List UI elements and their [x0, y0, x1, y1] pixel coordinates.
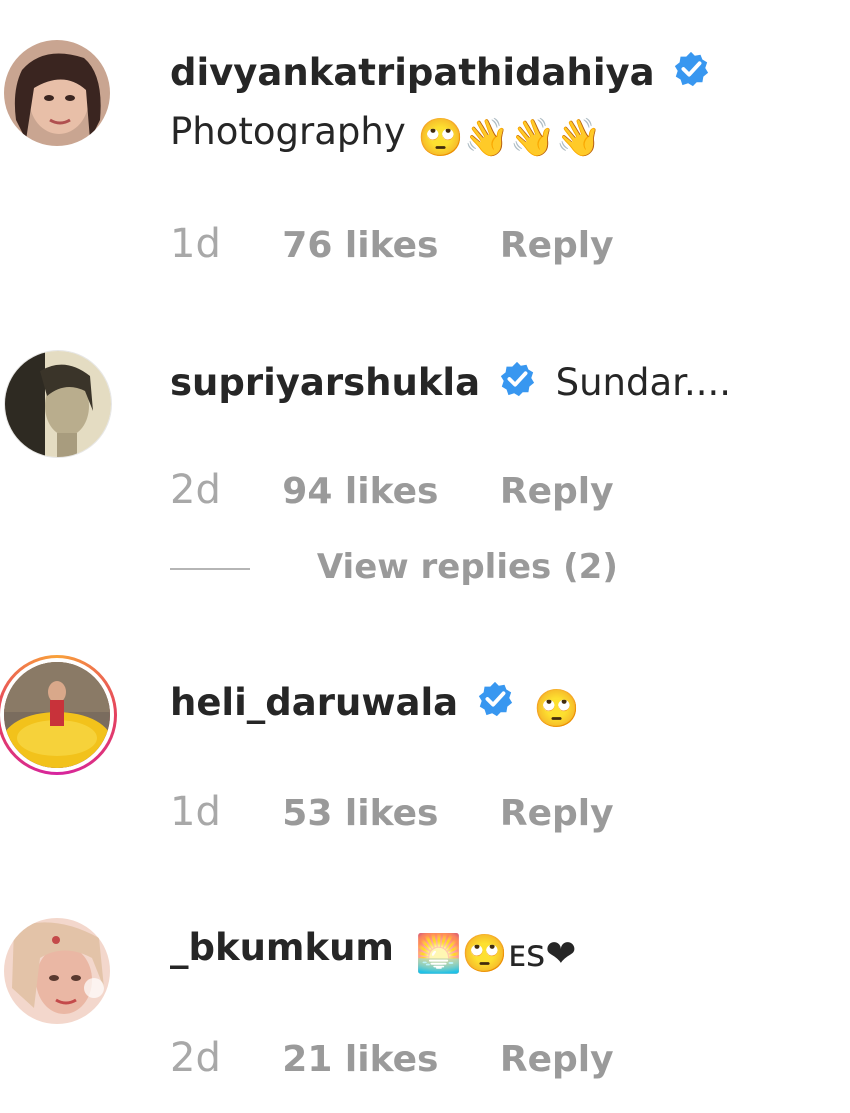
comment-text: 🌅🙄ᴇs❤	[415, 932, 577, 975]
avatar[interactable]	[4, 40, 110, 146]
verified-badge-icon	[672, 50, 710, 98]
comment-text: Photography	[170, 110, 406, 153]
reply-button[interactable]: Reply	[500, 1039, 614, 1080]
comment-meta: 1d 76 likes Reply	[170, 222, 614, 268]
emoji-sequence: 🙄👋👋👋	[417, 116, 602, 159]
comment-text: 🙄	[533, 687, 580, 730]
reply-button[interactable]: Reply	[500, 793, 614, 834]
comment-meta: 1d 53 likes Reply	[170, 790, 614, 836]
likes-count[interactable]: 76 likes	[282, 225, 438, 266]
comment-meta: 2d 94 likes Reply	[170, 468, 614, 514]
comment-timestamp[interactable]: 1d	[170, 221, 221, 267]
likes-count[interactable]: 53 likes	[282, 793, 438, 834]
verified-badge-icon	[498, 360, 536, 408]
username-link[interactable]: divyankatripathidahiya	[170, 51, 655, 94]
reply-button[interactable]: Reply	[500, 225, 614, 266]
comment-timestamp[interactable]: 2d	[170, 467, 221, 513]
comment-header: supriyarshukla Sundar....	[170, 360, 731, 408]
comment-header: heli_daruwala 🙄	[170, 680, 580, 731]
likes-count[interactable]: 21 likes	[282, 1039, 438, 1080]
likes-count[interactable]: 94 likes	[282, 471, 438, 512]
replies-divider	[170, 567, 250, 570]
username-link[interactable]: _bkumkum	[170, 926, 394, 969]
comment-text: Sundar....	[555, 361, 732, 404]
comment-timestamp[interactable]: 1d	[170, 789, 221, 835]
comment-text-line: Photography 🙄👋👋👋	[170, 110, 602, 160]
username-link[interactable]: heli_daruwala	[170, 681, 458, 724]
username-link[interactable]: supriyarshukla	[170, 361, 480, 404]
view-replies-button[interactable]: View replies (2)	[170, 545, 618, 589]
comment-meta: 2d 21 likes Reply	[170, 1036, 614, 1082]
story-ring[interactable]	[0, 655, 117, 775]
avatar[interactable]	[4, 662, 110, 768]
reply-button[interactable]: Reply	[500, 471, 614, 512]
comment-header: _bkumkum 🌅🙄ᴇs❤	[170, 926, 576, 976]
avatar[interactable]	[4, 918, 110, 1024]
verified-badge-icon	[476, 680, 514, 728]
avatar[interactable]	[4, 350, 112, 458]
view-replies-label: View replies (2)	[316, 547, 618, 587]
comment-timestamp[interactable]: 2d	[170, 1035, 221, 1081]
comment-header: divyankatripathidahiya	[170, 50, 718, 98]
